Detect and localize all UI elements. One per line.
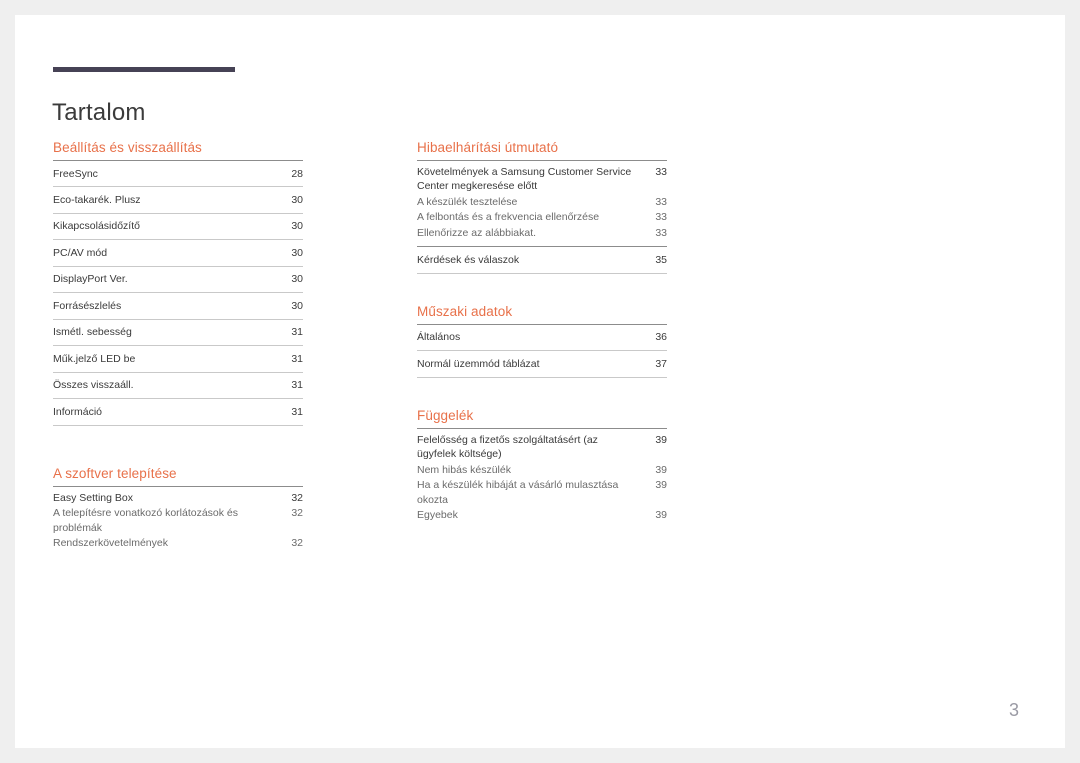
page-title: Tartalom (52, 99, 146, 127)
toc-entry-label: Ellenőrizze az alábbiakat. (417, 226, 537, 239)
toc-entry-page: 31 (291, 352, 303, 365)
toc-entry[interactable]: Nem hibás készülék 39 (417, 462, 667, 477)
toc-section: Műszaki adatok Általános 36 Normál üzemmód … (417, 304, 667, 378)
toc-entry-page: 30 (291, 299, 303, 312)
toc-list: Easy Setting Box 32 A telepítésre vonatkoz… (53, 485, 303, 551)
toc-entry[interactable]: Kikapcsolásidőzítő 30 (53, 214, 303, 241)
toc-entry-page: 30 (291, 246, 303, 259)
toc-entry[interactable]: A telepítésre vonatkozó korlátozások és … (53, 506, 303, 536)
toc-entry-label: Forrásészlelés (53, 299, 122, 312)
toc-entry-page: 31 (291, 326, 303, 339)
toc-list: Felelősség a fizetős szolgáltatásért (az… (417, 427, 667, 523)
toc-entry[interactable]: Egyebek 39 (417, 508, 667, 523)
toc-entry[interactable]: Kérdések és válaszok 35 (417, 247, 667, 274)
toc-entry-page: 37 (655, 357, 667, 370)
toc-entry[interactable]: Normál üzemmód táblázat 37 (417, 351, 667, 378)
toc-list: FreeSync 28 Eco-takarék. Plusz 30 Kikapcsolá… (53, 160, 303, 426)
toc-section: A szoftver telepítése Easy Setting Box 32 A… (53, 466, 303, 551)
toc-entry-page: 35 (655, 253, 667, 266)
toc-entry-label: Normál üzemmód táblázat (417, 357, 540, 370)
toc-entry[interactable]: Műk.jelző LED be 31 (53, 346, 303, 373)
toc-entry-label: PC/AV mód (53, 246, 108, 259)
toc-entry-label: Összes visszaáll. (53, 379, 134, 392)
toc-section-title: Műszaki adatok (417, 303, 513, 319)
toc-entry[interactable]: Felelősség a fizetős szolgáltatásért (az… (417, 429, 667, 462)
toc-entry-page: 39 (655, 509, 667, 522)
toc-entry-label: Eco-takarék. Plusz (53, 193, 141, 206)
toc-entry-page: 39 (655, 479, 667, 492)
toc-entry-label: Információ (53, 405, 103, 418)
toc-entry[interactable]: Összes visszaáll. 31 (53, 373, 303, 400)
toc-entry-label: FreeSync (53, 167, 98, 180)
toc-entry[interactable]: A készülék tesztelése 33 (417, 194, 667, 209)
toc-entry[interactable]: Ismétl. sebesség 31 (53, 320, 303, 347)
toc-entry[interactable]: A felbontás és a frekvencia ellenőrzése 3… (417, 210, 667, 225)
toc-list: Követelmények a Samsung Customer Service… (417, 160, 667, 274)
toc-entry-label: A telepítésre vonatkozó korlátozások és … (53, 507, 239, 534)
toc-column-right: Hibaelhárítási útmutató Követelmények a S… (417, 140, 667, 523)
toc-entry-page: 39 (655, 433, 667, 446)
toc-entry[interactable]: Ellenőrizze az alábbiakat. 33 (417, 225, 667, 248)
toc-entry-label: Általános (417, 331, 461, 344)
title-accent-bar (53, 67, 235, 72)
toc-entry-label: Műk.jelző LED be (53, 352, 136, 365)
toc-entry-label: A készülék tesztelése (417, 195, 518, 208)
toc-entry-page: 31 (291, 405, 303, 418)
toc-entry-page: 30 (291, 220, 303, 233)
toc-entry-label: A felbontás és a frekvencia ellenőrzése (417, 211, 600, 224)
toc-entry-page: 28 (291, 167, 303, 180)
toc-section-title: A szoftver telepítése (53, 465, 177, 481)
toc-section: Beállítás és visszaállítás FreeSync 28 Eco-… (53, 140, 303, 426)
toc-list: Általános 36 Normál üzemmód táblázat 37 (417, 323, 667, 378)
toc-entry-page: 32 (291, 537, 303, 550)
toc-entry-label: Kérdések és válaszok (417, 253, 520, 266)
toc-entry[interactable]: Rendszerkövetelmények 32 (53, 536, 303, 551)
toc-entry[interactable]: Általános 36 (417, 325, 667, 352)
toc-entry-label: Nem hibás készülék (417, 463, 511, 476)
toc-entry-page: 32 (291, 491, 303, 504)
toc-section: Függelék Felelősség a fizetős szolgáltatá… (417, 408, 667, 523)
toc-entry-page: 33 (655, 211, 667, 224)
toc-entry[interactable]: Eco-takarék. Plusz 30 (53, 187, 303, 214)
toc-entry[interactable]: DisplayPort Ver. 30 (53, 267, 303, 294)
toc-section-title: Hibaelhárítási útmutató (417, 140, 559, 155)
toc-entry-label: Egyebek (417, 509, 458, 522)
toc-entry-page: 33 (655, 195, 667, 208)
toc-entry[interactable]: PC/AV mód 30 (53, 240, 303, 267)
document-page: Tartalom Beállítás és visszaállítás FreeS… (15, 15, 1065, 748)
toc-entry[interactable]: FreeSync 28 (53, 161, 303, 188)
toc-entry-label: Rendszerkövetelmények (53, 537, 168, 550)
toc-entry-page: 32 (291, 507, 303, 520)
toc-entry-page: 31 (291, 379, 303, 392)
toc-entry-page: 39 (655, 463, 667, 476)
page-number: 3 (1008, 700, 1019, 720)
toc-entry-label: Ha a készülék hibáját a vásárló mulasztá… (417, 479, 619, 506)
toc-entry-label: Követelmények a Samsung Customer Service… (417, 166, 632, 193)
toc-entry[interactable]: Ha a készülék hibáját a vásárló mulasztá… (417, 478, 667, 508)
toc-entry[interactable]: Követelmények a Samsung Customer Service… (417, 161, 667, 194)
toc-section-title: Függelék (417, 407, 474, 423)
toc-entry-page: 33 (655, 226, 667, 239)
toc-entry-page: 30 (291, 193, 303, 206)
toc-entry-page: 33 (655, 166, 667, 178)
toc-entry[interactable]: Információ 31 (53, 399, 303, 426)
toc-entry-label: Ismétl. sebesség (53, 326, 132, 339)
toc-entry-label: Felelősség a fizetős szolgáltatásért (az… (417, 433, 598, 461)
toc-entry-label: DisplayPort Ver. (53, 273, 128, 286)
toc-column-left: Beállítás és visszaállítás FreeSync 28 Eco-… (53, 140, 303, 551)
toc-entry[interactable]: Easy Setting Box 32 (53, 487, 303, 506)
toc-section: Hibaelhárítási útmutató Követelmények a S… (417, 140, 667, 274)
toc-entry-page: 30 (291, 273, 303, 286)
toc-entry-label: Kikapcsolásidőzítő (53, 220, 140, 233)
toc-entry-page: 36 (655, 331, 667, 344)
toc-section-title: Beállítás és visszaállítás (53, 140, 202, 155)
toc-entry-label: Easy Setting Box (53, 491, 133, 504)
toc-entry[interactable]: Forrásészlelés 30 (53, 293, 303, 320)
